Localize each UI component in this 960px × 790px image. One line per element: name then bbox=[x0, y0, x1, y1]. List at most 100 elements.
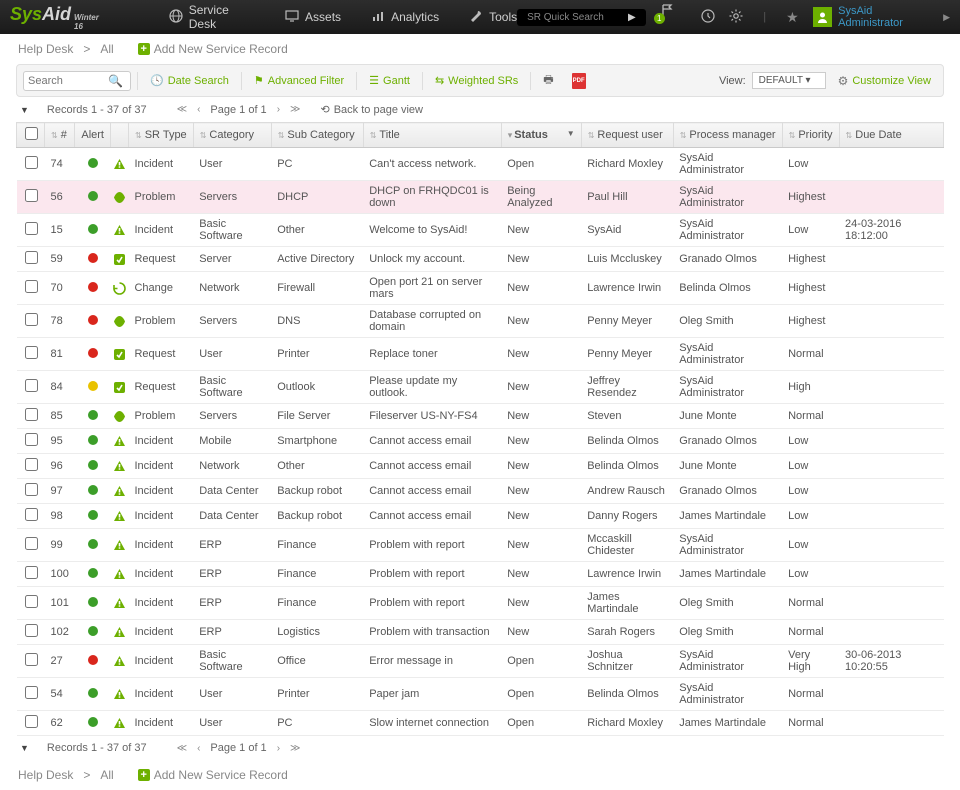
col-title[interactable]: Title bbox=[379, 129, 399, 141]
table-row[interactable]: 74IncidentUserPCCan't access network.Ope… bbox=[17, 148, 944, 181]
row-checkbox[interactable] bbox=[25, 433, 38, 446]
cell-request-user: Jeffrey Resendez bbox=[581, 371, 673, 404]
cell-request-user: Steven bbox=[581, 404, 673, 429]
search-icon[interactable]: 🔍 bbox=[108, 74, 123, 88]
table-row[interactable]: 27IncidentBasic SoftwareOfficeError mess… bbox=[17, 645, 944, 678]
row-checkbox[interactable] bbox=[25, 458, 38, 471]
col-status[interactable]: Status bbox=[514, 129, 548, 141]
user-menu[interactable]: SysAid Administrator ▶ bbox=[813, 5, 950, 29]
row-checkbox[interactable] bbox=[25, 483, 38, 496]
col-sr-type[interactable]: SR Type bbox=[145, 129, 187, 141]
row-checkbox[interactable] bbox=[25, 313, 38, 326]
alert-dot bbox=[88, 158, 98, 168]
row-checkbox[interactable] bbox=[25, 537, 38, 550]
next-page[interactable]: › bbox=[277, 743, 280, 754]
table-row[interactable]: 59RequestServerActive DirectoryUnlock my… bbox=[17, 247, 944, 272]
gear-icon[interactable] bbox=[729, 9, 743, 26]
row-checkbox[interactable] bbox=[25, 595, 38, 608]
table-row[interactable]: 84RequestBasic SoftwareOutlookPlease upd… bbox=[17, 371, 944, 404]
last-page[interactable]: ≫ bbox=[290, 104, 300, 115]
nav-tools[interactable]: Tools bbox=[469, 9, 517, 26]
prev-page[interactable]: ‹ bbox=[197, 104, 200, 115]
pdf-button[interactable]: PDF bbox=[566, 71, 592, 91]
search-input[interactable] bbox=[28, 75, 108, 87]
col-num[interactable]: # bbox=[61, 129, 67, 141]
date-search-button[interactable]: 🕓 Date Search bbox=[144, 72, 235, 89]
select-all-checkbox[interactable] bbox=[25, 127, 38, 140]
view-select[interactable]: DEFAULT ▾ bbox=[752, 72, 826, 89]
crumb-help-desk[interactable]: Help Desk bbox=[18, 768, 73, 782]
prev-page[interactable]: ‹ bbox=[197, 743, 200, 754]
star-icon[interactable]: ★ bbox=[786, 9, 799, 26]
row-checkbox[interactable] bbox=[25, 156, 38, 169]
table-row[interactable]: 102IncidentERPLogisticsProblem with tran… bbox=[17, 620, 944, 645]
cell-priority: Low bbox=[782, 454, 839, 479]
table-row[interactable]: 56ProblemServersDHCPDHCP on FRHQDC01 is … bbox=[17, 181, 944, 214]
cell-num: 99 bbox=[45, 529, 75, 562]
row-checkbox[interactable] bbox=[25, 408, 38, 421]
flag-icon[interactable]: 1 bbox=[660, 3, 687, 32]
back-to-page-view[interactable]: ⟲ Back to page view bbox=[321, 103, 424, 116]
quick-search[interactable]: SR Quick Search ▶ bbox=[517, 9, 646, 26]
nav-service-desk[interactable]: Service Desk bbox=[169, 3, 255, 31]
clock-icon[interactable] bbox=[701, 9, 715, 26]
weighted-srs-button[interactable]: ⇆ Weighted SRs bbox=[429, 72, 524, 89]
row-checkbox[interactable] bbox=[25, 715, 38, 728]
row-checkbox[interactable] bbox=[25, 624, 38, 637]
last-page[interactable]: ≫ bbox=[290, 743, 300, 754]
crumb-all[interactable]: All bbox=[100, 42, 113, 56]
table-row[interactable]: 100IncidentERPFinanceProblem with report… bbox=[17, 562, 944, 587]
col-sub-category[interactable]: Sub Category bbox=[287, 129, 354, 141]
table-row[interactable]: 70ChangeNetworkFirewallOpen port 21 on s… bbox=[17, 272, 944, 305]
filter-icon[interactable]: ▾ bbox=[508, 130, 513, 140]
table-row[interactable]: 98IncidentData CenterBackup robotCannot … bbox=[17, 504, 944, 529]
row-checkbox[interactable] bbox=[25, 189, 38, 202]
advanced-filter-button[interactable]: ⚑ Advanced Filter bbox=[248, 72, 350, 89]
table-row[interactable]: 95IncidentMobileSmartphoneCannot access … bbox=[17, 429, 944, 454]
row-checkbox[interactable] bbox=[25, 222, 38, 235]
nav-assets[interactable]: Assets bbox=[285, 9, 341, 26]
table-row[interactable]: 101IncidentERPFinanceProblem with report… bbox=[17, 587, 944, 620]
row-checkbox[interactable] bbox=[25, 251, 38, 264]
cell-status: Being Analyzed bbox=[501, 181, 581, 214]
table-row[interactable]: 81RequestUserPrinterReplace tonerNewPenn… bbox=[17, 338, 944, 371]
table-row[interactable]: 97IncidentData CenterBackup robotCannot … bbox=[17, 479, 944, 504]
collapse-icon[interactable]: ▼ bbox=[20, 105, 29, 115]
logo[interactable]: SysAid Winter 16 bbox=[10, 4, 109, 31]
customize-view-button[interactable]: ⚙ Customize View bbox=[832, 72, 937, 90]
table-row[interactable]: 15IncidentBasic SoftwareOtherWelcome to … bbox=[17, 214, 944, 247]
table-row[interactable]: 85ProblemServersFile ServerFileserver US… bbox=[17, 404, 944, 429]
row-checkbox[interactable] bbox=[25, 346, 38, 359]
col-priority[interactable]: Priority bbox=[798, 129, 832, 141]
add-new-record[interactable]: + Add New Service Record bbox=[138, 768, 288, 782]
first-page[interactable]: ≪ bbox=[177, 104, 187, 115]
cell-category: Mobile bbox=[193, 429, 271, 454]
row-checkbox[interactable] bbox=[25, 566, 38, 579]
first-page[interactable]: ≪ bbox=[177, 743, 187, 754]
col-request-user[interactable]: Request user bbox=[597, 129, 662, 141]
row-checkbox[interactable] bbox=[25, 508, 38, 521]
print-button[interactable]: 🖶 bbox=[537, 69, 559, 92]
next-page[interactable]: › bbox=[277, 104, 280, 115]
col-due-date[interactable]: Due Date bbox=[855, 129, 901, 141]
table-row[interactable]: 78ProblemServersDNSDatabase corrupted on… bbox=[17, 305, 944, 338]
col-alert[interactable]: Alert bbox=[81, 129, 104, 141]
table-row[interactable]: 54IncidentUserPrinterPaper jamOpenBelind… bbox=[17, 678, 944, 711]
table-row[interactable]: 96IncidentNetworkOtherCannot access emai… bbox=[17, 454, 944, 479]
table-row[interactable]: 99IncidentERPFinanceProblem with reportN… bbox=[17, 529, 944, 562]
nav-analytics[interactable]: Analytics bbox=[371, 9, 439, 26]
col-process-manager[interactable]: Process manager bbox=[689, 129, 775, 141]
crumb-all[interactable]: All bbox=[100, 768, 113, 782]
col-category[interactable]: Category bbox=[209, 129, 254, 141]
row-checkbox[interactable] bbox=[25, 686, 38, 699]
row-checkbox[interactable] bbox=[25, 379, 38, 392]
crumb-help-desk[interactable]: Help Desk bbox=[18, 42, 73, 56]
gantt-button[interactable]: ☰ Gantt bbox=[363, 72, 416, 89]
search-box[interactable]: 🔍 bbox=[23, 71, 131, 91]
add-new-record[interactable]: + Add New Service Record bbox=[138, 42, 288, 56]
table-row[interactable]: 62IncidentUserPCSlow internet connection… bbox=[17, 711, 944, 736]
cell-num: 102 bbox=[45, 620, 75, 645]
row-checkbox[interactable] bbox=[25, 653, 38, 666]
row-checkbox[interactable] bbox=[25, 280, 38, 293]
collapse-icon[interactable]: ▼ bbox=[20, 743, 29, 753]
